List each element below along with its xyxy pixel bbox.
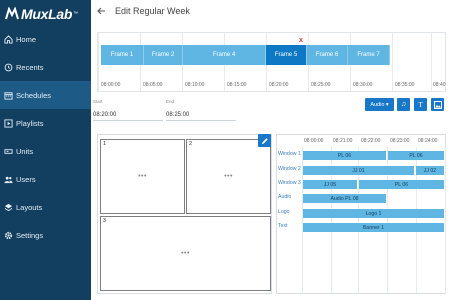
add-image-button[interactable] — [431, 98, 444, 111]
timeline-tick: 08:40 — [433, 82, 446, 88]
frame-block-4[interactable]: Frame 4 — [183, 45, 266, 65]
schedule-row-label: Audio — [278, 194, 292, 200]
schedule-tick: 08:21:00 — [333, 138, 353, 144]
pencil-icon — [261, 137, 268, 144]
muxlab-logo-icon — [5, 7, 19, 20]
sidebar-item-schedules[interactable]: Schedules — [0, 81, 91, 109]
timeline-tick: 08:10:00 — [185, 82, 205, 88]
schedule-row-label: Text — [278, 223, 288, 229]
schedule-row-label: Logo — [278, 209, 290, 215]
start-time-field[interactable]: 08:20:00 — [93, 112, 163, 121]
schedule-row-label: Window 2 — [278, 166, 301, 172]
sidebar-item-label: Units — [16, 146, 34, 156]
logo[interactable]: MuxLab ™ — [5, 5, 78, 23]
frame-block-7[interactable]: Frame 7 — [348, 45, 390, 65]
calendar-icon — [4, 91, 13, 100]
audio-dropdown-button[interactable]: Audio ▾ — [365, 98, 394, 111]
zone-more-icon[interactable]: ••• — [187, 173, 270, 180]
schedule-row-label: Window 1 — [278, 151, 301, 157]
timeline-tick: 08:00:00 — [101, 82, 121, 88]
schedule-item[interactable]: JJ 01 — [303, 166, 415, 175]
timeline-tick: 08:15:00 — [227, 82, 247, 88]
sidebar-nav: Home Recents Schedules Playlists Units U… — [0, 25, 91, 249]
frame-timeline: Frame 1 Frame 2 Frame 4 Frame 5 x Frame … — [97, 32, 446, 92]
zone-number: 1 — [103, 141, 107, 147]
zone-number: 3 — [103, 218, 107, 224]
sidebar-item-layouts[interactable]: Layouts — [0, 193, 91, 221]
users-icon — [4, 175, 13, 184]
zone-more-icon[interactable]: ••• — [101, 250, 270, 257]
layout-preview: 1 ••• 2 ••• 3 ••• — [97, 134, 272, 294]
schedule-item[interactable]: JJ 05 — [303, 180, 358, 189]
end-label: End — [166, 99, 175, 104]
layout-zone-1[interactable]: 1 ••• — [100, 139, 185, 214]
sidebar: MuxLab ™ Home Recents Schedules Playlists… — [0, 0, 91, 300]
units-icon — [4, 147, 13, 156]
edit-layout-button[interactable] — [258, 134, 271, 147]
zone-number: 2 — [189, 141, 193, 147]
sidebar-item-playlists[interactable]: Playlists — [0, 109, 91, 137]
sidebar-item-units[interactable]: Units — [0, 137, 91, 165]
sidebar-item-label: Recents — [16, 62, 44, 72]
sidebar-item-users[interactable]: Users — [0, 165, 91, 193]
sidebar-item-label: Home — [16, 34, 37, 44]
gear-icon — [4, 231, 13, 240]
schedule-item[interactable]: PL 06 — [303, 151, 387, 160]
schedule-tick: 08:24:00 — [418, 138, 438, 144]
text-icon: T — [418, 100, 423, 109]
timeline-tick: 08:25:00 — [311, 82, 331, 88]
frame-block-1[interactable]: Frame 1 — [101, 45, 144, 65]
schedule-tick: 08:22:00 — [361, 138, 381, 144]
add-text-button[interactable]: T — [414, 98, 427, 111]
back-arrow-icon[interactable] — [96, 6, 106, 16]
timeline-tick: 08:30:00 — [353, 82, 373, 88]
sidebar-item-label: Layouts — [16, 202, 43, 212]
sidebar-item-label: Settings — [16, 230, 44, 240]
timeline-tick: 08:20:00 — [269, 82, 289, 88]
layers-icon — [4, 203, 13, 212]
add-music-button[interactable]: ♫ — [397, 98, 410, 111]
schedule-item[interactable]: Audio PL 08 — [303, 194, 387, 203]
zone-schedule-grid: 08:00:00 08:21:00 08:22:00 08:23:00 08:2… — [276, 134, 446, 294]
sidebar-item-recents[interactable]: Recents — [0, 53, 91, 81]
layout-zone-3[interactable]: 3 ••• — [100, 216, 271, 291]
brand-name: MuxLab — [21, 6, 73, 22]
playlist-icon — [4, 118, 13, 128]
sidebar-item-label: Users — [16, 174, 36, 184]
brand-tm: ™ — [73, 11, 79, 17]
header: Edit Regular Week — [91, 0, 450, 24]
frame-block-5[interactable]: Frame 5 — [266, 45, 307, 65]
zone-more-icon[interactable]: ••• — [101, 173, 184, 180]
sidebar-item-home[interactable]: Home — [0, 25, 91, 53]
schedule-item[interactable]: Banner 1 — [303, 223, 445, 232]
sidebar-item-settings[interactable]: Settings — [0, 221, 91, 249]
frame-block-2[interactable]: Frame 2 — [144, 45, 183, 65]
image-icon — [433, 100, 442, 109]
timeline-tick: 08:05:00 — [143, 82, 163, 88]
schedule-item[interactable]: PL 06 — [359, 180, 445, 189]
timeline-tick: 08:35:00 — [395, 82, 415, 88]
end-time-field[interactable]: 08:25:00 — [166, 112, 236, 121]
sidebar-item-label: Schedules — [16, 90, 52, 100]
sidebar-item-label: Playlists — [16, 118, 44, 128]
page-title: Edit Regular Week — [115, 6, 190, 16]
music-icon: ♫ — [400, 101, 407, 108]
frame-block-6[interactable]: Frame 6 — [307, 45, 348, 65]
schedule-item[interactable]: Logo 1 — [303, 209, 445, 218]
layout-zone-2[interactable]: 2 ••• — [186, 139, 271, 214]
schedule-item[interactable]: JJ 02 — [416, 166, 445, 175]
home-icon — [4, 34, 13, 44]
schedule-tick: 08:23:00 — [390, 138, 410, 144]
schedule-tick: 08:00:00 — [304, 138, 324, 144]
start-label: Start — [93, 99, 103, 104]
remove-frame-icon[interactable]: x — [299, 37, 303, 44]
history-icon — [4, 63, 13, 72]
schedule-row-label: Window 3 — [278, 180, 301, 186]
schedule-item[interactable]: PL 06 — [388, 151, 445, 160]
